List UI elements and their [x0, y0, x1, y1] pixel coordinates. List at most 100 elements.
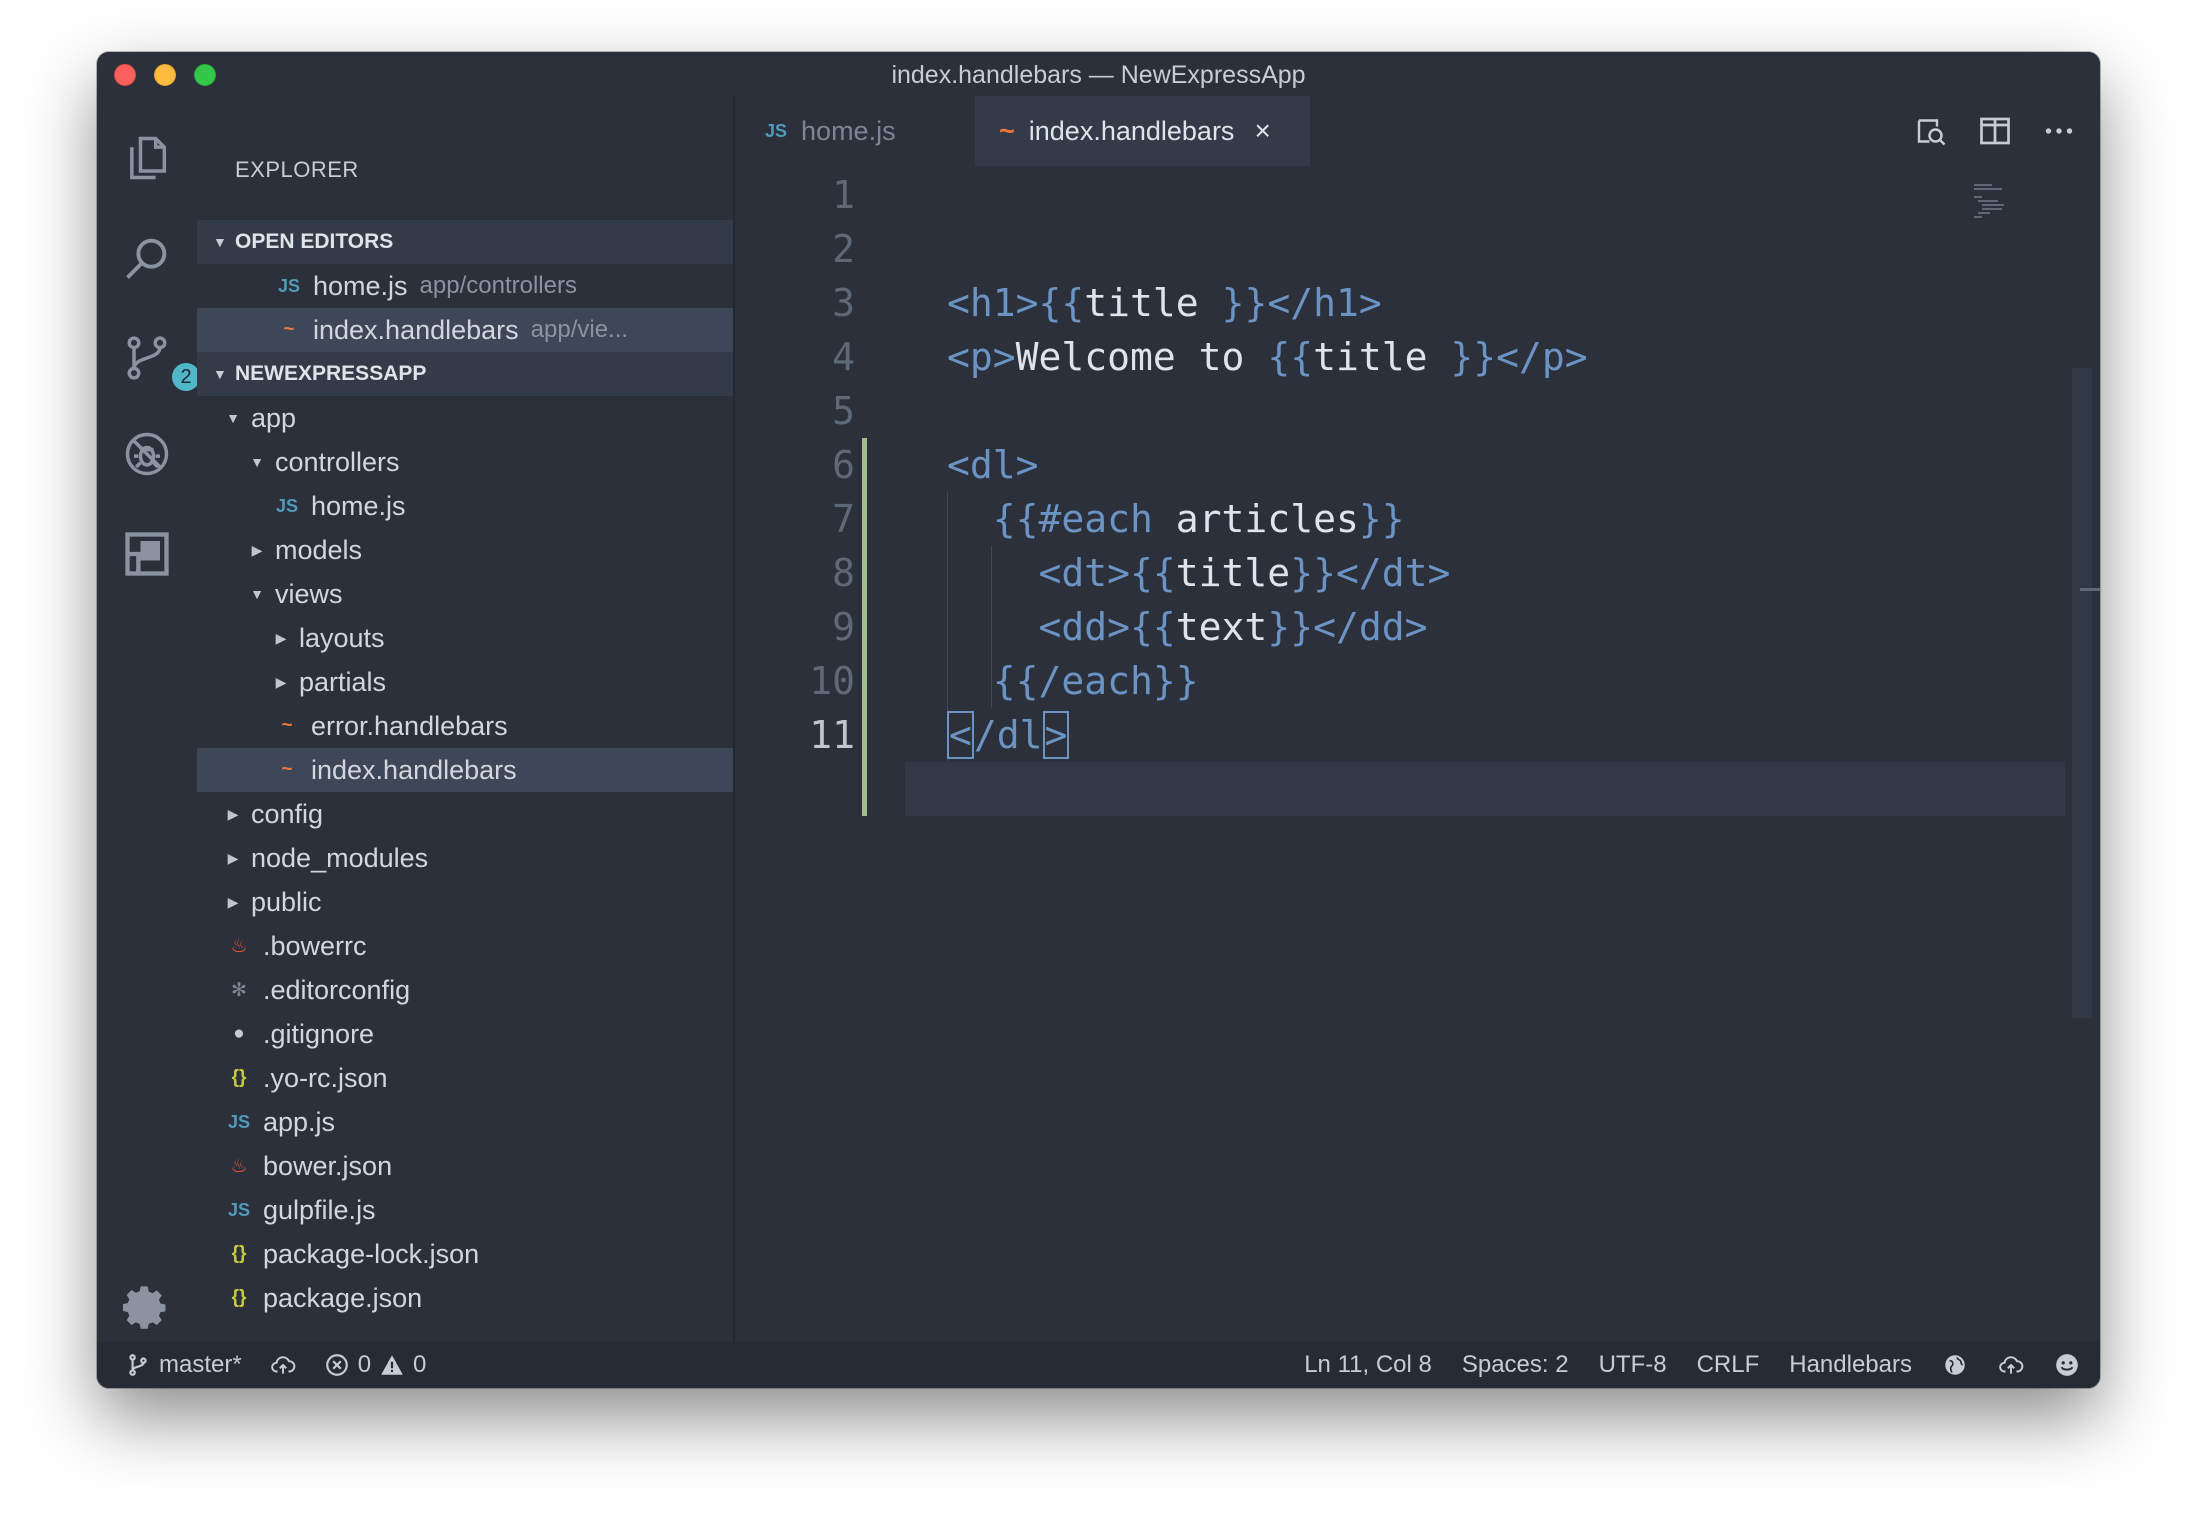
tree-folder[interactable]: ▶ config: [197, 792, 733, 836]
tree-item-label: package.json: [263, 1282, 423, 1313]
json-file-icon: {}: [231, 1243, 247, 1264]
code-token: <dt>: [1038, 551, 1131, 595]
code-token: {{/each}}: [992, 659, 1199, 703]
line-number: 6: [832, 443, 855, 487]
debug-icon[interactable]: [119, 426, 175, 482]
extensions-icon[interactable]: [119, 526, 175, 582]
code-line[interactable]: {{/each}}: [947, 654, 1199, 708]
line-number: 3: [832, 281, 855, 325]
tree-file[interactable]: {} .yo-rc.json: [197, 1056, 733, 1100]
encoding-status[interactable]: UTF-8: [1599, 1351, 1667, 1379]
cloud-sync-icon: [270, 1356, 296, 1374]
search-icon[interactable]: [119, 230, 175, 286]
code-line[interactable]: <dl>: [947, 438, 1039, 492]
language-mode[interactable]: Handlebars: [1789, 1351, 1912, 1379]
bower-file-icon: ♨: [230, 1155, 248, 1177]
cursor-position[interactable]: Ln 11, Col 8: [1304, 1351, 1432, 1379]
code-editor[interactable]: 1 2 3 4 5 6 7 8 9 10 11 <h1>{{title }}</h1> <p>Welc…: [735, 168, 2100, 1342]
tree-file[interactable]: ✻ .editorconfig: [197, 968, 733, 1012]
sync-status[interactable]: [270, 1352, 296, 1378]
js-file-icon: JS: [227, 1199, 251, 1220]
tree-item-label: gulpfile.js: [263, 1194, 376, 1225]
tree-file[interactable]: ~ error.handlebars: [197, 704, 733, 748]
tree-folder[interactable]: ▶ node_modules: [197, 836, 733, 880]
code-line[interactable]: <dd>{{text}}</dd>: [947, 600, 1428, 654]
tab-index-handlebars[interactable]: ~ index.handlebars ×: [975, 96, 1310, 166]
gear-icon[interactable]: [119, 1280, 175, 1336]
tree-file[interactable]: ♨ .bowerrc: [197, 924, 733, 968]
tree-file[interactable]: ● .gitignore: [197, 1012, 733, 1056]
indentation-status[interactable]: Spaces: 2: [1462, 1351, 1569, 1379]
tree-file[interactable]: ~ index.handlebars: [197, 748, 733, 792]
tree-item-label: .gitignore: [263, 1018, 375, 1049]
code-token: {{#each: [992, 497, 1153, 541]
close-tab-icon[interactable]: ×: [1254, 115, 1270, 147]
tree-item-label: app: [251, 402, 297, 433]
tree-file[interactable]: JS app.js: [197, 1100, 733, 1144]
tree-item-label: config: [251, 798, 324, 829]
eol-status[interactable]: CRLF: [1697, 1351, 1760, 1379]
code-token: <h1>: [947, 281, 1039, 325]
globe-icon[interactable]: [1942, 1352, 1968, 1378]
code-token: </p>: [1496, 335, 1588, 379]
tree-file[interactable]: {} package-lock.json: [197, 1232, 733, 1276]
collapsed-triangle-icon: ▶: [227, 805, 239, 822]
editorconfig-file-icon: ✻: [231, 979, 247, 1001]
project-header[interactable]: ▼ NEWEXPRESSAPP: [197, 352, 733, 396]
branch-status[interactable]: master*: [125, 1351, 242, 1379]
problems-status[interactable]: 0 0: [324, 1351, 426, 1379]
code-token: articles: [1152, 497, 1359, 541]
cloud-upload-icon[interactable]: [1998, 1352, 2024, 1378]
code-token: {{: [1130, 605, 1176, 649]
tree-item-label: partials: [299, 666, 387, 697]
tree-folder[interactable]: ▶ public: [197, 880, 733, 924]
open-editors-header[interactable]: ▼ OPEN EDITORS: [197, 220, 733, 264]
vertical-scrollbar[interactable]: [2072, 368, 2092, 1018]
code-line[interactable]: {{#each articles}}: [947, 492, 1405, 546]
tab-bar: JS home.js ~ index.handlebars ×: [735, 96, 2100, 168]
tree-file[interactable]: JS home.js: [197, 484, 733, 528]
tree-folder[interactable]: ▶ partials: [197, 660, 733, 704]
handlebars-file-icon: ~: [281, 759, 293, 780]
code-token: text: [1175, 605, 1268, 649]
tree-file[interactable]: ♨ bower.json: [197, 1144, 733, 1188]
tree-folder[interactable]: ▼ views: [197, 572, 733, 616]
feedback-smiley-icon[interactable]: [2054, 1352, 2080, 1378]
code-line[interactable]: <p>Welcome to {{title }}</p>: [947, 330, 1588, 384]
tree-folder[interactable]: ▼ controllers: [197, 440, 733, 484]
tree-file[interactable]: JS gulpfile.js: [197, 1188, 733, 1232]
tree-item-label: models: [275, 534, 363, 565]
tree-folder[interactable]: ▶ models: [197, 528, 733, 572]
code-token: </dd>: [1313, 605, 1428, 649]
tree-item-label: public: [251, 886, 322, 917]
editor-window: index.handlebars — NewExpressApp 2 EXPLO…: [97, 52, 2100, 1388]
source-control-icon[interactable]: 2: [119, 330, 203, 394]
files-icon[interactable]: [119, 130, 175, 186]
json-file-icon: {}: [231, 1067, 247, 1088]
tree-item-label: node_modules: [251, 842, 429, 873]
minimap[interactable]: [1970, 180, 2030, 220]
open-editor-item[interactable]: JS home.js app/controllers: [197, 264, 733, 308]
status-bar: master* 0 0 Ln 11, Col 8 Spaces: 2 UTF-8…: [97, 1342, 2100, 1388]
code-token: </h1>: [1267, 281, 1382, 325]
line-number: 2: [832, 227, 855, 271]
line-number: 5: [832, 389, 855, 433]
more-actions-icon[interactable]: [2038, 110, 2080, 152]
tab-home-js[interactable]: JS home.js: [765, 96, 896, 166]
tree-folder[interactable]: ▼ app: [197, 396, 733, 440]
split-editor-icon[interactable]: [1974, 110, 2016, 152]
open-preview-icon[interactable]: [1910, 110, 1952, 152]
open-editor-item[interactable]: ~ index.handlebars app/vie...: [197, 308, 733, 352]
code-line[interactable]: <dt>{{title}}</dt>: [947, 546, 1451, 600]
code-token: {{: [1130, 551, 1176, 595]
tree-item-label: bower.json: [263, 1150, 393, 1181]
explorer-title: EXPLORER: [235, 157, 359, 182]
code-line[interactable]: </dl>: [947, 708, 1070, 762]
line-number: 11: [809, 713, 855, 757]
code-line[interactable]: <h1>{{title }}</h1>: [947, 276, 1382, 330]
tree-file[interactable]: {} package.json: [197, 1276, 733, 1320]
tree-folder[interactable]: ▶ layouts: [197, 616, 733, 660]
code-token: }}: [1358, 497, 1405, 541]
